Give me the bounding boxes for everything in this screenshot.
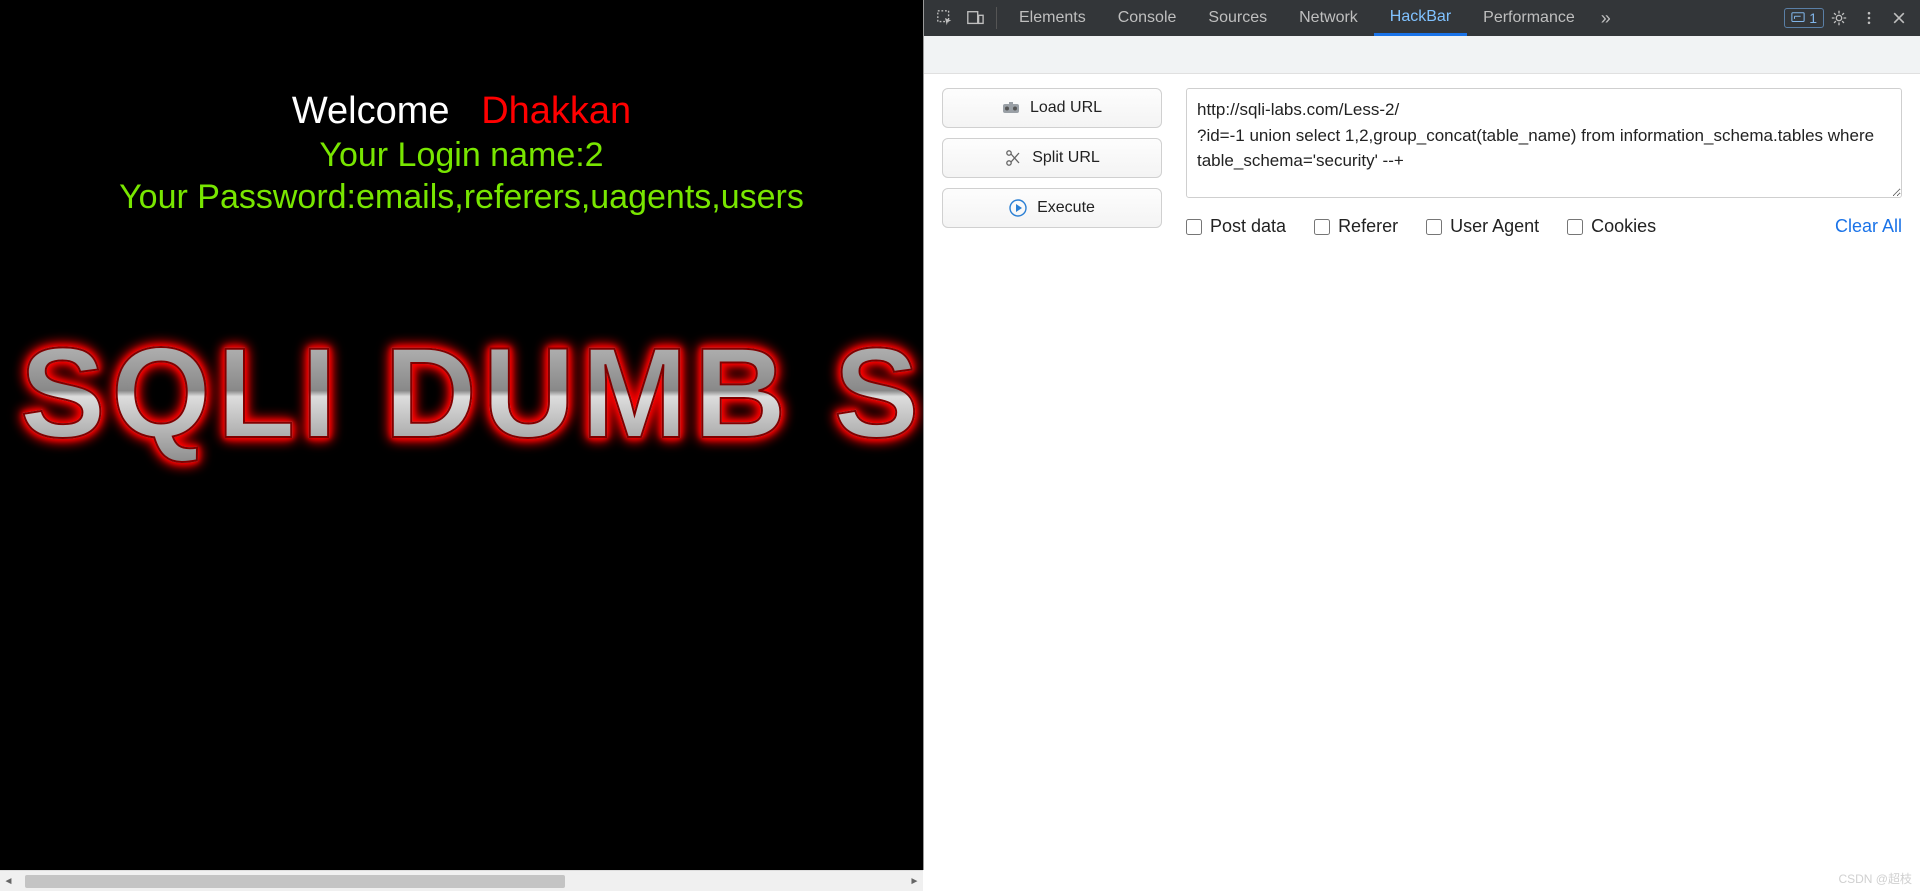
- load-url-icon: [1002, 99, 1020, 117]
- separator: [996, 7, 997, 29]
- devtools-panel: Elements Console Sources Network HackBar…: [923, 0, 1920, 870]
- scroll-left-arrow[interactable]: ◄: [0, 873, 17, 890]
- referer-option[interactable]: Referer: [1314, 216, 1398, 237]
- close-devtools-icon[interactable]: [1884, 3, 1914, 33]
- welcome-name: Dhakkan: [481, 90, 631, 132]
- scroll-thumb[interactable]: [25, 875, 565, 888]
- more-tabs-icon[interactable]: »: [1591, 3, 1621, 33]
- tab-elements[interactable]: Elements: [1003, 0, 1102, 36]
- url-textarea[interactable]: [1186, 88, 1902, 198]
- hackbar-pane: Load URL Split URL Execute: [924, 74, 1920, 245]
- sqli-banner: SQLI DUMB S: [20, 320, 923, 467]
- welcome-label: Welcome: [292, 90, 450, 132]
- referer-label: Referer: [1338, 216, 1398, 237]
- execute-label: Execute: [1037, 199, 1095, 217]
- hackbar-toolbar-strip: [924, 36, 1920, 74]
- messages-badge[interactable]: 1: [1784, 8, 1824, 28]
- inspect-element-icon[interactable]: [930, 3, 960, 33]
- cookies-checkbox[interactable]: [1567, 219, 1583, 235]
- split-url-icon: [1004, 149, 1022, 167]
- horizontal-scrollbar[interactable]: ◄ ►: [0, 870, 923, 891]
- welcome-line: Welcome Dhakkan: [0, 90, 923, 133]
- rendered-page: Welcome Dhakkan Your Login name:2 Your P…: [0, 0, 923, 870]
- execute-button[interactable]: Execute: [942, 188, 1162, 228]
- devtools-body: Load URL Split URL Execute: [924, 36, 1920, 870]
- post-data-label: Post data: [1210, 216, 1286, 237]
- scroll-track[interactable]: [17, 874, 906, 889]
- settings-icon[interactable]: [1824, 3, 1854, 33]
- post-data-option[interactable]: Post data: [1186, 216, 1286, 237]
- tab-sources[interactable]: Sources: [1192, 0, 1283, 36]
- password-line: Your Password:emails,referers,uagents,us…: [0, 178, 923, 217]
- devtools-header: Elements Console Sources Network HackBar…: [924, 0, 1920, 36]
- device-toolbar-icon[interactable]: [960, 3, 990, 33]
- devtools-tabs: Elements Console Sources Network HackBar…: [1003, 0, 1621, 36]
- user-agent-label: User Agent: [1450, 216, 1539, 237]
- split-url-button[interactable]: Split URL: [942, 138, 1162, 178]
- tab-hackbar[interactable]: HackBar: [1374, 0, 1467, 36]
- login-name-line: Your Login name:2: [0, 136, 923, 175]
- tab-performance[interactable]: Performance: [1467, 0, 1591, 36]
- tab-console[interactable]: Console: [1102, 0, 1193, 36]
- user-agent-option[interactable]: User Agent: [1426, 216, 1539, 237]
- watermark: CSDN @超枝: [1838, 870, 1912, 887]
- tab-network[interactable]: Network: [1283, 0, 1374, 36]
- load-url-button[interactable]: Load URL: [942, 88, 1162, 128]
- referer-checkbox[interactable]: [1314, 219, 1330, 235]
- execute-icon: [1009, 199, 1027, 217]
- messages-count: 1: [1809, 10, 1817, 26]
- cookies-label: Cookies: [1591, 216, 1656, 237]
- hackbar-button-column: Load URL Split URL Execute: [942, 88, 1162, 237]
- scroll-right-arrow[interactable]: ►: [906, 873, 923, 890]
- clear-all-link[interactable]: Clear All: [1835, 216, 1902, 237]
- post-data-checkbox[interactable]: [1186, 219, 1202, 235]
- split-url-label: Split URL: [1032, 149, 1100, 167]
- hackbar-options-row: Post data Referer User Agent Cookie: [1186, 216, 1902, 237]
- cookies-option[interactable]: Cookies: [1567, 216, 1656, 237]
- load-url-label: Load URL: [1030, 99, 1102, 117]
- user-agent-checkbox[interactable]: [1426, 219, 1442, 235]
- kebab-menu-icon[interactable]: [1854, 3, 1884, 33]
